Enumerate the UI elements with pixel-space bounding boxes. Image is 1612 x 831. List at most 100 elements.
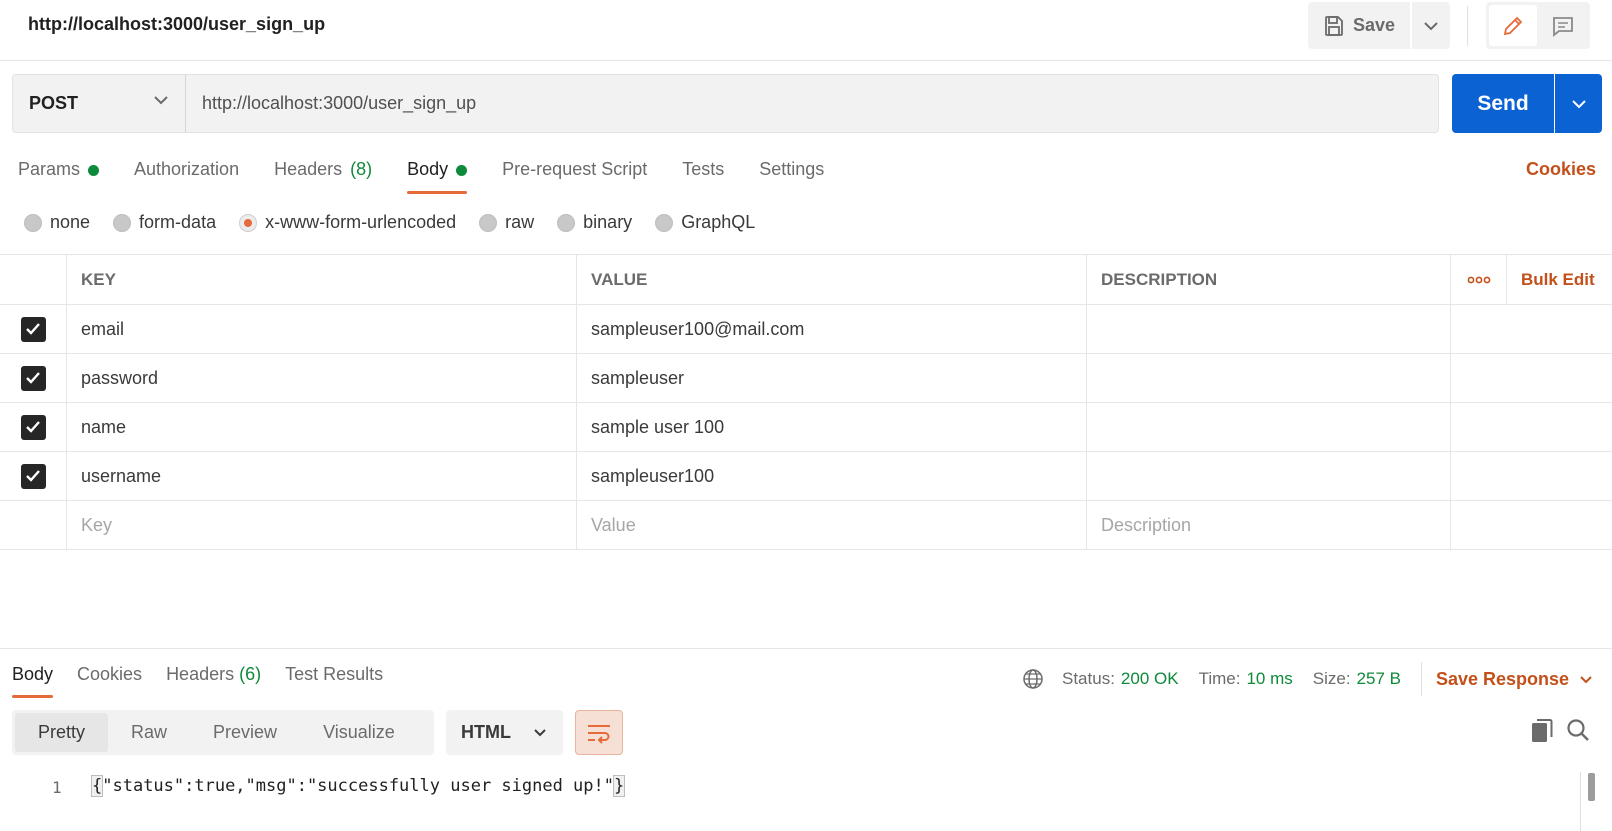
response-tab-cookies[interactable]: Cookies bbox=[77, 662, 142, 698]
tab-label: Tests bbox=[682, 159, 725, 179]
radio-button-selected[interactable] bbox=[239, 213, 258, 232]
chevron-down-icon bbox=[534, 729, 546, 737]
body-type-graphql[interactable]: GraphQL bbox=[655, 212, 755, 233]
radio-label: x-www-form-urlencoded bbox=[265, 212, 457, 232]
scrollbar-track bbox=[1580, 772, 1581, 831]
row-check-cell bbox=[0, 452, 67, 500]
description-cell[interactable] bbox=[1087, 452, 1451, 500]
row-check-cell bbox=[0, 501, 67, 549]
code-brace-open: { bbox=[90, 775, 104, 797]
response-tabs: Body Cookies Headers (6) Test Results bbox=[12, 662, 407, 698]
key-cell[interactable]: username bbox=[67, 452, 577, 500]
row-checkbox[interactable] bbox=[20, 463, 46, 489]
chevron-down-icon bbox=[1580, 675, 1592, 683]
radio-button[interactable] bbox=[113, 213, 132, 232]
send-options-button[interactable] bbox=[1555, 74, 1602, 133]
tab-authorization[interactable]: Authorization bbox=[134, 156, 239, 196]
row-check-cell bbox=[0, 305, 67, 353]
line-number: 1 bbox=[52, 778, 62, 797]
status-label: Status: bbox=[1062, 669, 1115, 688]
time-value[interactable]: 10 ms bbox=[1246, 669, 1292, 689]
body-type-raw[interactable]: raw bbox=[479, 212, 534, 233]
body-type-none[interactable]: none bbox=[24, 212, 90, 233]
cookies-link[interactable]: Cookies bbox=[1526, 159, 1596, 180]
more-options-button[interactable] bbox=[1451, 255, 1507, 304]
radio-button[interactable] bbox=[24, 213, 42, 232]
response-body-editor[interactable]: 1 {"status":true,"msg":"successfully use… bbox=[0, 772, 1612, 831]
radio-button[interactable] bbox=[655, 213, 674, 232]
status-value[interactable]: 200 OK bbox=[1121, 669, 1179, 689]
tab-pre-request-script[interactable]: Pre-request Script bbox=[502, 156, 647, 196]
response-headers-count: (6) bbox=[239, 664, 262, 684]
url-input[interactable] bbox=[185, 74, 1439, 133]
radio-button[interactable] bbox=[557, 213, 576, 232]
new-description-input[interactable]: Description bbox=[1087, 501, 1451, 549]
body-type-binary[interactable]: binary bbox=[557, 212, 632, 233]
view-visualize[interactable]: Visualize bbox=[300, 713, 418, 752]
new-value-input[interactable]: Value bbox=[577, 501, 1087, 549]
response-language-select[interactable]: HTML bbox=[446, 710, 563, 755]
checkmark-icon bbox=[26, 323, 40, 335]
tab-params[interactable]: Params bbox=[18, 156, 100, 196]
divider bbox=[1467, 6, 1468, 46]
size-value[interactable]: 257 B bbox=[1357, 669, 1401, 689]
chevron-down-icon bbox=[1571, 99, 1586, 108]
response-tab-test-results[interactable]: Test Results bbox=[285, 662, 383, 698]
table-row: password sampleuser bbox=[0, 354, 1612, 403]
method-select[interactable]: POST bbox=[12, 74, 186, 133]
description-cell[interactable] bbox=[1087, 305, 1451, 353]
view-raw[interactable]: Raw bbox=[108, 713, 190, 752]
value-cell[interactable]: sampleuser100 bbox=[577, 452, 1087, 500]
tab-tests[interactable]: Tests bbox=[682, 156, 724, 196]
save-options-button[interactable] bbox=[1412, 2, 1450, 49]
response-tab-body[interactable]: Body bbox=[12, 662, 54, 698]
wrap-lines-button[interactable] bbox=[575, 710, 623, 755]
send-button[interactable]: Send bbox=[1452, 74, 1554, 133]
new-key-input[interactable]: Key bbox=[67, 501, 577, 549]
request-title[interactable]: http://localhost:3000/user_sign_up bbox=[28, 14, 325, 35]
radio-label: form-data bbox=[139, 212, 217, 232]
row-actions-cell bbox=[1451, 403, 1612, 451]
globe-icon[interactable] bbox=[1022, 668, 1044, 690]
view-pretty[interactable]: Pretty bbox=[15, 713, 109, 752]
value-cell[interactable]: sampleuser100@mail.com bbox=[577, 305, 1087, 353]
body-type-urlencoded[interactable]: x-www-form-urlencoded bbox=[239, 212, 456, 233]
value-cell[interactable]: sampleuser bbox=[577, 354, 1087, 402]
row-checkbox[interactable] bbox=[20, 414, 46, 440]
view-mode-toggle bbox=[1486, 2, 1590, 49]
row-checkbox[interactable] bbox=[20, 365, 46, 391]
row-checkbox[interactable] bbox=[20, 316, 46, 342]
language-value: HTML bbox=[461, 722, 511, 742]
column-header-description: DESCRIPTION bbox=[1087, 255, 1451, 304]
copy-icon[interactable] bbox=[1530, 718, 1554, 744]
description-cell[interactable] bbox=[1087, 403, 1451, 451]
description-cell[interactable] bbox=[1087, 354, 1451, 402]
key-cell[interactable]: password bbox=[67, 354, 577, 402]
response-divider[interactable] bbox=[0, 648, 1612, 649]
value-cell[interactable]: sample user 100 bbox=[577, 403, 1087, 451]
save-response-button[interactable]: Save Response bbox=[1436, 669, 1593, 690]
checkmark-icon bbox=[26, 421, 40, 433]
body-indicator-dot bbox=[456, 165, 468, 176]
save-icon bbox=[1325, 15, 1343, 36]
bulk-edit-button[interactable]: Bulk Edit bbox=[1507, 255, 1612, 304]
response-tab-headers[interactable]: Headers (6) bbox=[166, 662, 261, 698]
tab-headers[interactable]: Headers (8) bbox=[274, 156, 372, 196]
tab-label: Params bbox=[18, 159, 81, 179]
pencil-icon bbox=[1503, 16, 1523, 35]
radio-label: none bbox=[50, 212, 91, 232]
tab-settings[interactable]: Settings bbox=[759, 156, 824, 196]
key-cell[interactable]: email bbox=[67, 305, 577, 353]
search-icon[interactable] bbox=[1566, 718, 1590, 742]
size-label: Size: bbox=[1312, 669, 1351, 688]
save-button[interactable]: Save bbox=[1308, 2, 1410, 49]
radio-button[interactable] bbox=[479, 213, 498, 232]
scrollbar-thumb[interactable] bbox=[1588, 773, 1595, 801]
edit-mode-button[interactable] bbox=[1489, 5, 1537, 46]
key-cell[interactable]: name bbox=[67, 403, 577, 451]
comments-mode-button[interactable] bbox=[1539, 5, 1587, 46]
tab-label: Pre-request Script bbox=[502, 159, 648, 179]
tab-body[interactable]: Body bbox=[407, 156, 468, 196]
body-type-form-data[interactable]: form-data bbox=[113, 212, 216, 233]
view-preview[interactable]: Preview bbox=[190, 713, 300, 752]
